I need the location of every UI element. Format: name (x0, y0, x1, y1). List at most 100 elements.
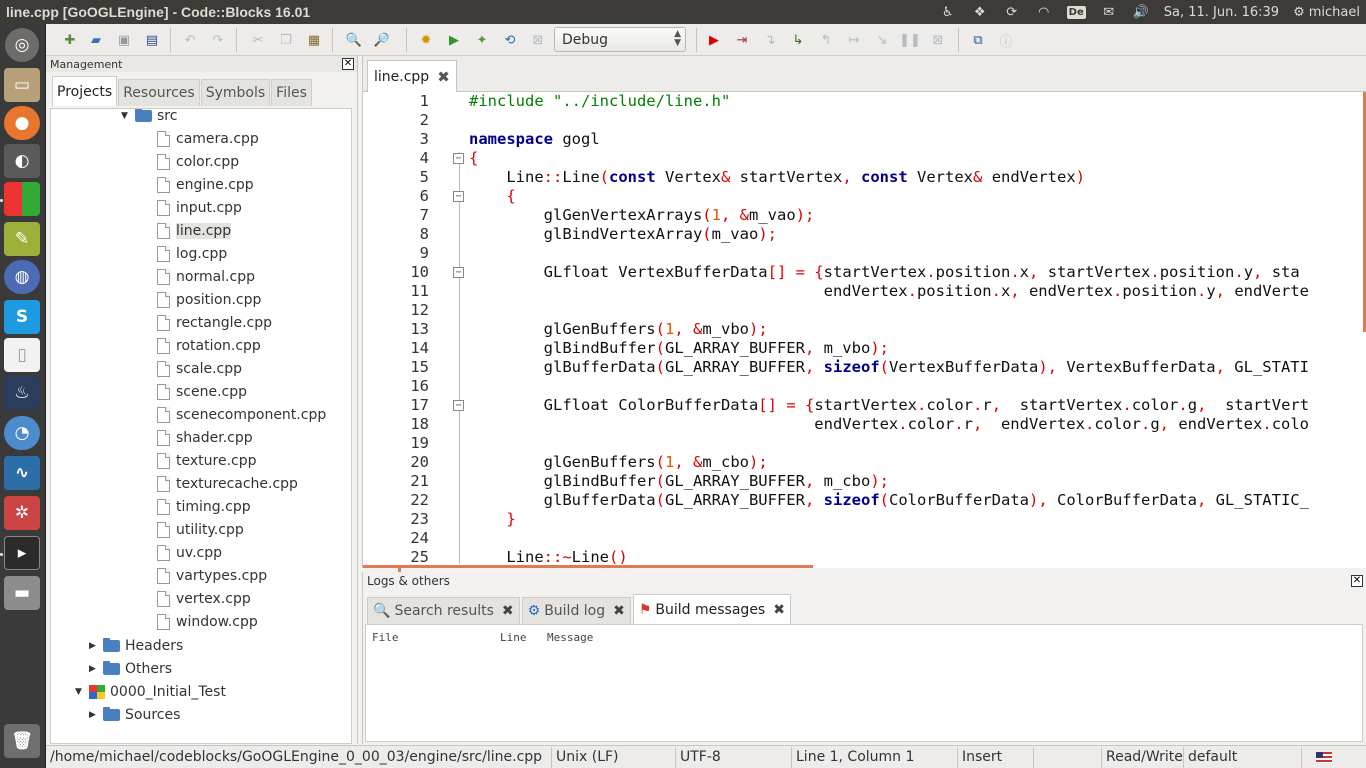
run-to-cursor-icon[interactable]: ⇥ (732, 30, 752, 50)
tree-file[interactable]: scenecomponent.cpp (157, 404, 326, 426)
tree-file[interactable]: utility.cpp (157, 519, 244, 541)
tree-file-selected[interactable]: line.cpp (157, 220, 232, 242)
drive-icon[interactable]: ▬ (4, 576, 40, 610)
step-out-icon[interactable]: ↰ (816, 30, 836, 50)
clock[interactable]: Sa, 11. Jun. 16:39 (1164, 5, 1279, 20)
close-tab-icon[interactable]: ✖ (437, 68, 450, 86)
close-tab-icon[interactable]: ✖ (613, 603, 625, 619)
text-editor-icon[interactable]: ✎ (4, 222, 40, 256)
tree-file[interactable]: scene.cpp (157, 381, 247, 403)
close-tab-icon[interactable]: ✖ (502, 603, 514, 619)
tree-folder-others[interactable]: ▶ Others (89, 658, 172, 680)
run-icon[interactable]: ▶ (444, 30, 464, 50)
paint-icon[interactable]: ◔ (4, 416, 40, 450)
terminal-icon[interactable]: ▸ (4, 536, 40, 570)
dash-icon[interactable]: ◎ (5, 28, 39, 62)
tree-file[interactable]: texture.cpp (157, 450, 257, 472)
tree-project[interactable]: ▼ 0000_Initial_Test (75, 681, 226, 703)
tab-search-results[interactable]: 🔍 Search results ✖ (367, 597, 520, 624)
fold-marker-icon[interactable]: − (453, 267, 464, 278)
settings-icon[interactable]: ✲ (4, 496, 40, 530)
close-management-icon[interactable]: ✕ (342, 58, 354, 70)
cut-icon[interactable]: ✂ (248, 30, 268, 50)
tree-file[interactable]: normal.cpp (157, 266, 255, 288)
next-instruction-icon[interactable]: ↦ (844, 30, 864, 50)
tree-folder-sources[interactable]: ▶ Sources (89, 704, 180, 726)
tree-file[interactable]: uv.cpp (157, 542, 222, 564)
abort-icon[interactable]: ⊠ (528, 30, 548, 50)
code-editor[interactable]: 1 2 3 4 5 6 7 8 9 10 11 12 13 14 15 16 1… (363, 92, 1363, 564)
tree-file[interactable]: log.cpp (157, 243, 227, 265)
tree-file[interactable]: timing.cpp (157, 496, 251, 518)
save-icon[interactable]: ▣ (114, 30, 134, 50)
skype-icon[interactable]: S (4, 300, 40, 334)
wifi-icon[interactable]: ◠ (1035, 4, 1053, 20)
build-and-run-icon[interactable]: ✦ (472, 30, 492, 50)
collapsed-arrow-icon[interactable]: ▶ (89, 710, 103, 720)
fold-marker-icon[interactable]: − (453, 153, 464, 164)
keyboard-layout-indicator[interactable]: De (1066, 5, 1086, 19)
project-tree[interactable]: ▼ src camera.cpp color.cpp engine.cpp inp… (50, 108, 352, 744)
tab-files[interactable]: Files (271, 79, 312, 106)
debug-start-icon[interactable]: ▶ (704, 30, 724, 50)
tree-file[interactable]: scale.cpp (157, 358, 242, 380)
accessibility-icon[interactable]: ♿ (939, 4, 957, 20)
rebuild-icon[interactable]: ⟲ (500, 30, 520, 50)
tab-symbols[interactable]: Symbols (200, 79, 271, 106)
dropbox-icon[interactable]: ❖ (971, 4, 989, 20)
find-icon[interactable]: 🔍 (344, 30, 364, 50)
codeblocks-icon[interactable] (4, 182, 40, 216)
tree-file[interactable]: vertex.cpp (157, 588, 251, 610)
expanded-arrow-icon[interactable]: ▼ (75, 687, 89, 697)
column-header-message[interactable]: Message (547, 631, 593, 644)
tree-file[interactable]: input.cpp (157, 197, 242, 219)
tree-file[interactable]: position.cpp (157, 289, 261, 311)
close-tab-icon[interactable]: ✖ (773, 602, 785, 618)
tab-projects[interactable]: Projects (52, 76, 118, 106)
pause-icon[interactable]: ❚❚ (899, 30, 921, 50)
tree-file[interactable]: texturecache.cpp (157, 473, 298, 495)
tree-file[interactable]: camera.cpp (157, 128, 259, 150)
tab-build-log[interactable]: ⚙ Build log ✖ (521, 597, 631, 624)
undo-icon[interactable]: ↶ (180, 30, 200, 50)
user-menu[interactable]: ⚙ michael (1293, 5, 1360, 20)
tree-file[interactable]: color.cpp (157, 151, 239, 173)
close-logs-icon[interactable]: ✕ (1351, 575, 1363, 587)
stop-debug-icon[interactable]: ⊠ (928, 30, 948, 50)
tree-file[interactable]: rotation.cpp (157, 335, 261, 357)
tree-folder-headers[interactable]: ▶ Headers (89, 635, 183, 657)
tab-line-cpp[interactable]: line.cpp ✖ (367, 60, 457, 92)
document-icon[interactable]: ▯ (4, 338, 40, 372)
tree-file[interactable]: window.cpp (157, 611, 258, 633)
fold-marker-icon[interactable]: − (453, 191, 464, 202)
tree-folder-src[interactable]: ▼ src (121, 109, 177, 127)
redo-icon[interactable]: ↷ (208, 30, 228, 50)
save-all-icon[interactable]: ▤ (142, 30, 162, 50)
next-line-icon[interactable]: ↴ (760, 30, 780, 50)
open-folder-icon[interactable]: ▰ (86, 30, 106, 50)
build-icon[interactable]: ✹ (416, 30, 436, 50)
tree-file[interactable]: vartypes.cpp (157, 565, 267, 587)
tree-file[interactable]: shader.cpp (157, 427, 253, 449)
fold-marker-icon[interactable]: − (453, 400, 464, 411)
system-monitor-icon[interactable]: ∿ (4, 456, 40, 490)
editor-horizontal-scrollbar[interactable] (363, 565, 813, 568)
collapsed-arrow-icon[interactable]: ▶ (89, 641, 103, 651)
copy-icon[interactable]: ❐ (276, 30, 296, 50)
debug-windows-icon[interactable]: ⧉ (968, 30, 988, 50)
steam-icon[interactable]: ♨ (4, 376, 40, 410)
column-header-line[interactable]: Line (500, 631, 527, 644)
volume-icon[interactable]: 🔊 (1132, 4, 1150, 20)
collapsed-arrow-icon[interactable]: ▶ (89, 664, 103, 674)
column-header-file[interactable]: File (372, 631, 399, 644)
step-into-icon[interactable]: ↳ (788, 30, 808, 50)
tab-resources[interactable]: Resources (118, 79, 200, 106)
tor-browser-icon[interactable]: ◐ (4, 144, 40, 178)
debug-info-icon[interactable]: ⓘ (996, 30, 1016, 50)
step-into-instruction-icon[interactable]: ↘ (872, 30, 892, 50)
replace-icon[interactable]: 🔎 (372, 30, 392, 50)
sync-icon[interactable]: ⟳ (1003, 4, 1021, 20)
firefox-icon[interactable]: ● (4, 106, 40, 140)
tree-file[interactable]: engine.cpp (157, 174, 254, 196)
mail-icon[interactable]: ✉ (1100, 4, 1118, 20)
